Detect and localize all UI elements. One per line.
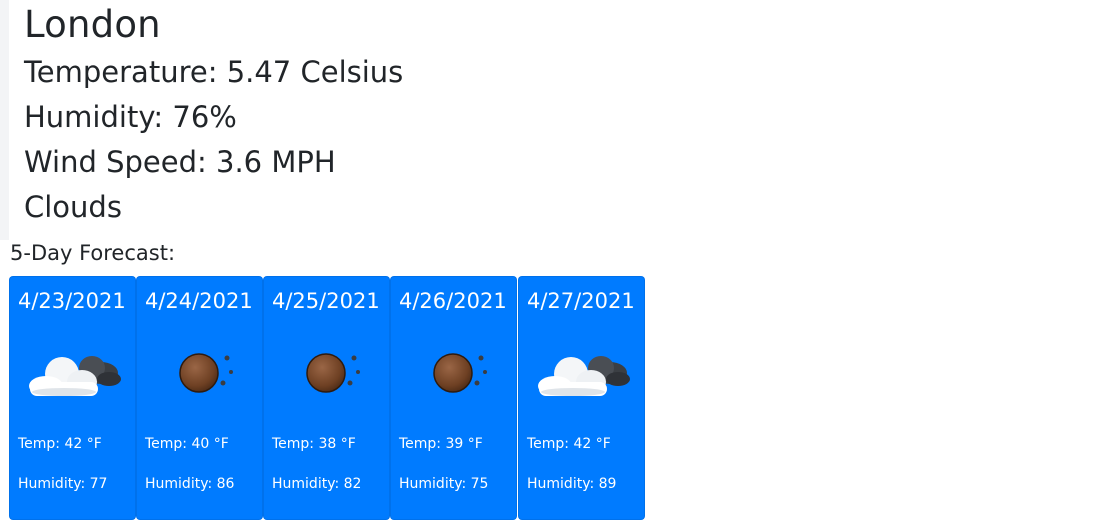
clear-night-icon — [405, 338, 505, 406]
current-wind-speed: Wind Speed: 3.6 MPH — [24, 145, 336, 179]
forecast-date: 4/27/2021 — [527, 289, 635, 313]
forecast-card: 4/23/2021 Temp: 42 °F Humidity: 77 — [9, 276, 136, 520]
clouds-icon — [533, 338, 633, 406]
forecast-humidity: Humidity: 75 — [399, 476, 489, 492]
forecast-temp: Temp: 42 °F — [18, 436, 102, 452]
forecast-card: 4/25/2021 Temp: 38 °F Humidity: 82 — [263, 276, 390, 520]
forecast-temp: Temp: 39 °F — [399, 436, 483, 452]
clear-night-icon — [278, 338, 378, 406]
forecast-humidity: Humidity: 77 — [18, 476, 108, 492]
forecast-cards: 4/23/2021 Temp: 42 °F Humidity: 77 4/24/… — [9, 276, 645, 520]
clear-night-icon — [151, 338, 251, 406]
forecast-card: 4/26/2021 Temp: 39 °F Humidity: 75 — [390, 276, 517, 520]
forecast-date: 4/25/2021 — [272, 289, 380, 313]
forecast-date: 4/23/2021 — [18, 289, 126, 313]
forecast-card: 4/27/2021 Temp: 42 °F Humidity: 89 — [518, 276, 645, 520]
forecast-humidity: Humidity: 82 — [272, 476, 362, 492]
forecast-temp: Temp: 42 °F — [527, 436, 611, 452]
forecast-temp: Temp: 40 °F — [145, 436, 229, 452]
forecast-date: 4/26/2021 — [399, 289, 507, 313]
current-temperature: Temperature: 5.47 Celsius — [24, 55, 404, 89]
forecast-humidity: Humidity: 89 — [527, 476, 617, 492]
clouds-icon — [24, 338, 124, 406]
forecast-card: 4/24/2021 Temp: 40 °F Humidity: 86 — [136, 276, 263, 520]
forecast-humidity: Humidity: 86 — [145, 476, 235, 492]
forecast-temp: Temp: 38 °F — [272, 436, 356, 452]
forecast-date: 4/24/2021 — [145, 289, 253, 313]
current-weather: London Temperature: 5.47 Celsius Humidit… — [24, 0, 403, 222]
left-edge — [0, 0, 9, 240]
forecast-heading: 5-Day Forecast: — [10, 241, 176, 265]
current-humidity: Humidity: 76% — [24, 100, 237, 134]
current-conditions: Clouds — [24, 190, 122, 224]
city-name: London — [24, 3, 161, 46]
